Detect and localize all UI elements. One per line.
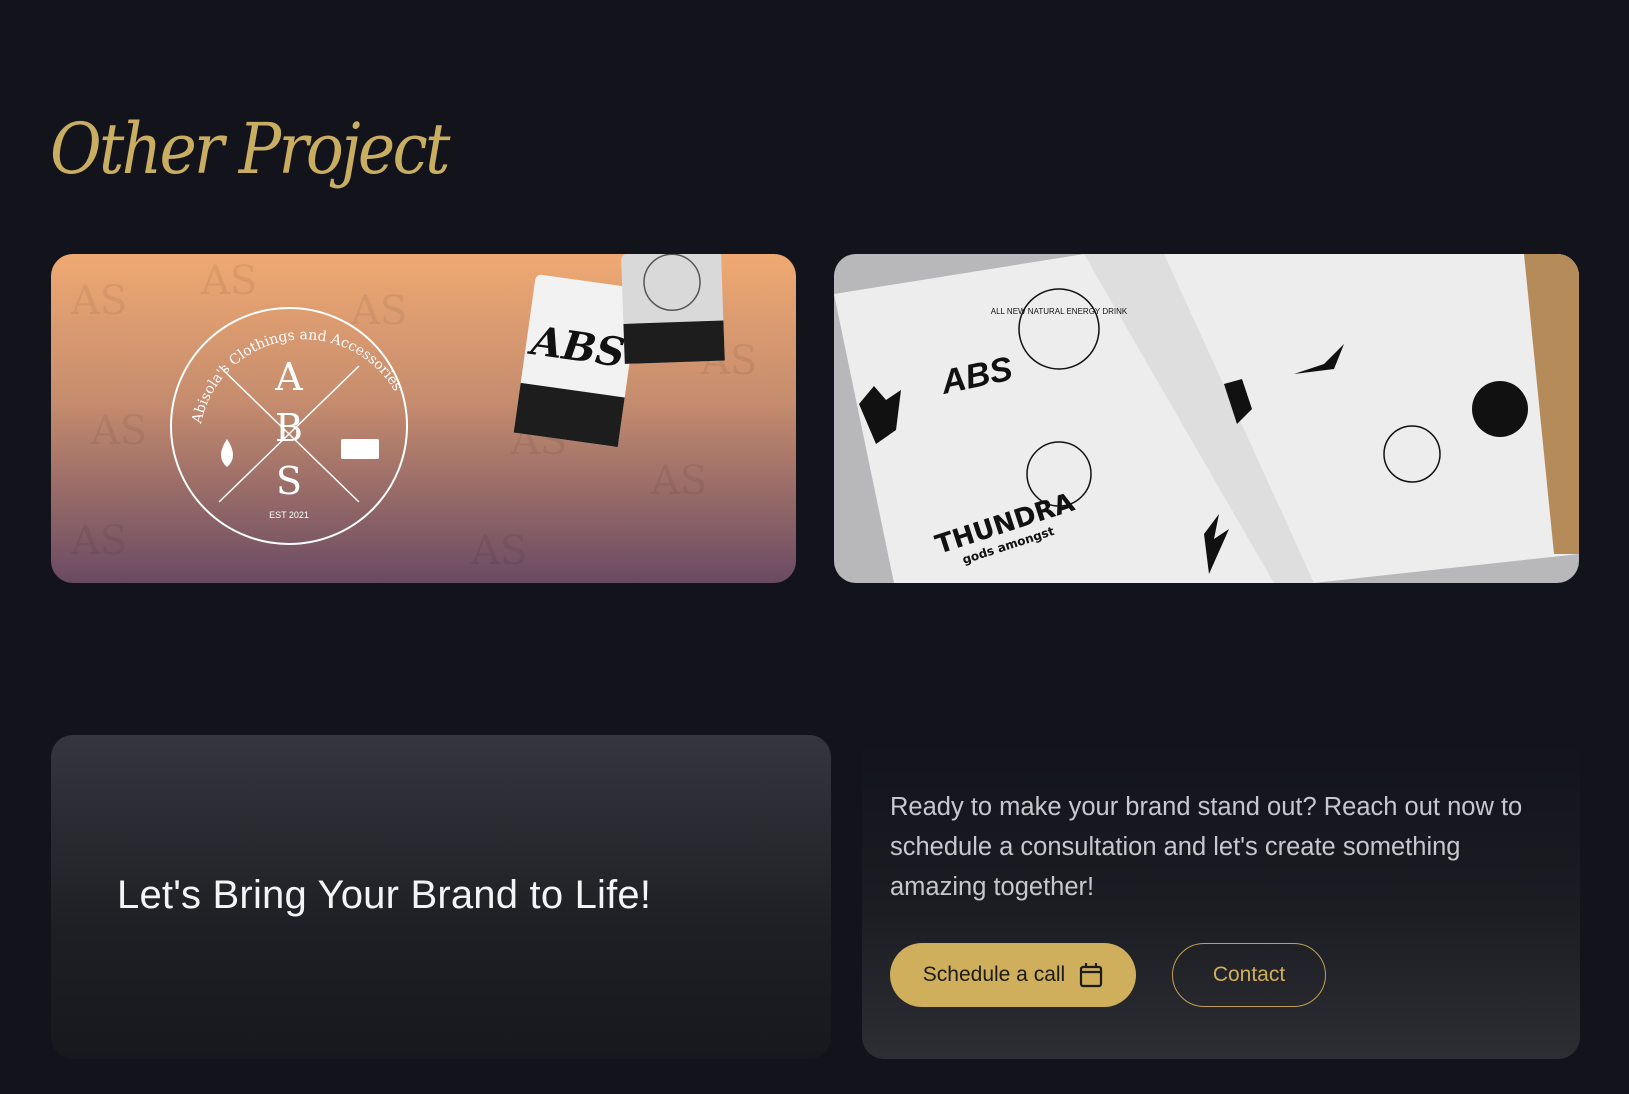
contact-button[interactable]: Contact xyxy=(1172,943,1326,1007)
section-title: Other Project xyxy=(50,108,450,190)
cta-description: Ready to make your brand stand out? Reac… xyxy=(890,793,1523,901)
svg-text:AS: AS xyxy=(200,258,257,304)
svg-text:AS: AS xyxy=(650,458,707,504)
logo-book-image: ABS THUNDRA gods amongst ALL NEW NATURAL… xyxy=(834,254,1579,583)
abs-clothing-image: AS ASAS AS ASAS AS ASAS Abisola's Clothings… xyxy=(51,254,796,583)
svg-text:AS: AS xyxy=(350,288,407,334)
cta-card: Let's Bring Your Brand to Life! xyxy=(51,735,831,1059)
svg-text:AS: AS xyxy=(70,518,127,564)
logo-letter-s: S xyxy=(276,459,302,503)
svg-text:AS: AS xyxy=(90,408,147,454)
calendar-icon xyxy=(1079,962,1103,988)
energy-drink-label: ALL NEW NATURAL ENERGY DRINK xyxy=(991,307,1128,316)
schedule-call-button[interactable]: Schedule a call xyxy=(890,943,1136,1007)
svg-text:AS: AS xyxy=(470,528,527,574)
schedule-call-label: Schedule a call xyxy=(922,963,1066,986)
project-card-logo-book[interactable]: ABS THUNDRA gods amongst ALL NEW NATURAL… xyxy=(834,254,1579,583)
logo-letter-a: A xyxy=(274,355,303,399)
cta-heading: Let's Bring Your Brand to Life! xyxy=(117,873,652,917)
svg-text:AS: AS xyxy=(70,278,127,324)
project-card-abs-clothing[interactable]: AS AS AS AS AS AS AS AS AS Abisola's Clothings… xyxy=(51,254,796,583)
cta-details: Ready to make your brand stand out? Reac… xyxy=(862,735,1580,1059)
shorts-icon xyxy=(341,439,379,459)
logo-est: EST 2021 xyxy=(269,510,309,520)
logo-letter-b: B xyxy=(275,406,303,450)
k-logo-icon xyxy=(1472,381,1528,437)
